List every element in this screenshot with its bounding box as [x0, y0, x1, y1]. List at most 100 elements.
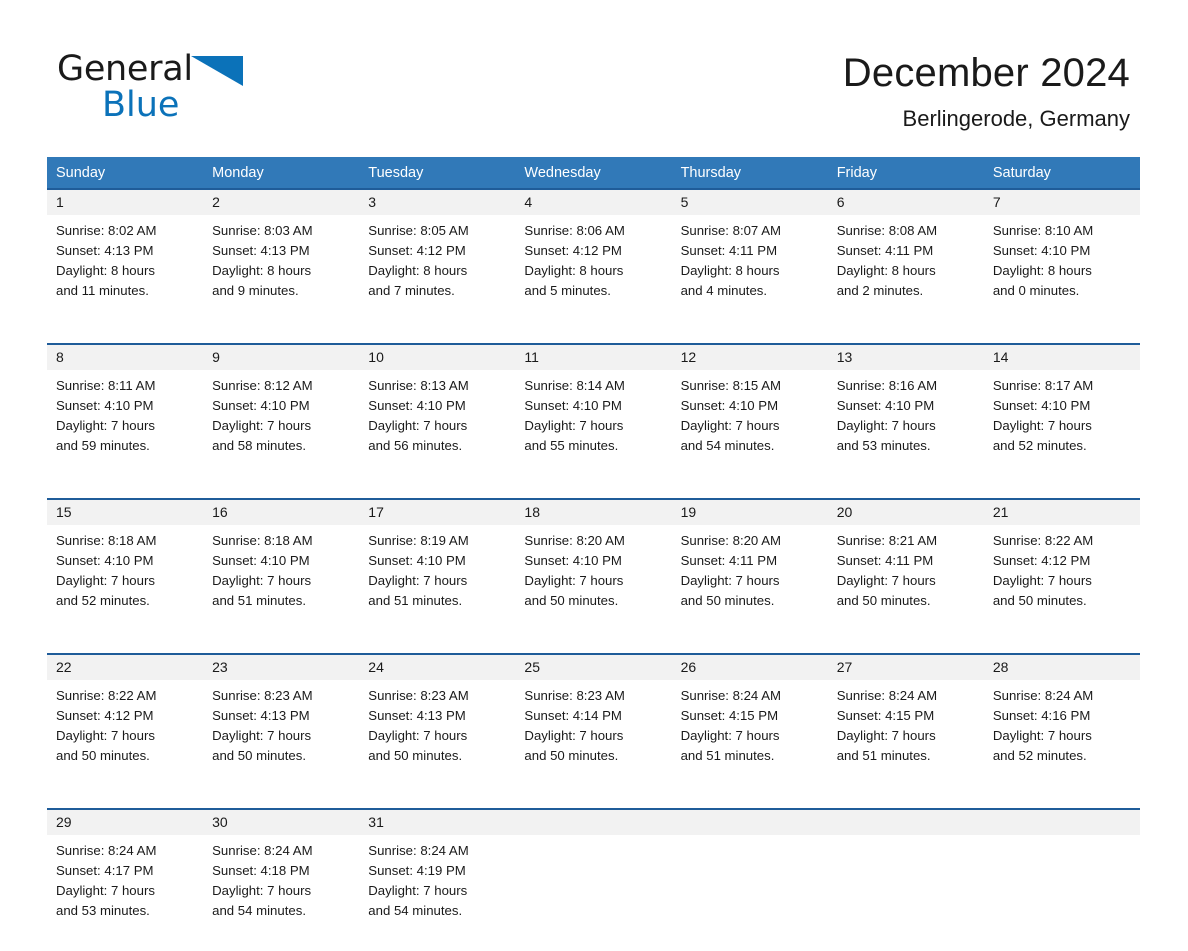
day-number[interactable]: 3	[359, 188, 516, 215]
sunset-text: Sunset: 4:11 PM	[836, 243, 934, 258]
day-cell[interactable]: Sunrise: 8:24 AM Sunset: 4:17 PM Dayligh…	[47, 835, 204, 951]
day-number[interactable]: 25	[515, 653, 672, 680]
day-number[interactable]: 5	[671, 188, 828, 215]
day-number[interactable]: 10	[359, 343, 516, 370]
day-number[interactable]: 26	[671, 653, 828, 680]
day-cell[interactable]: Sunrise: 8:14 AM Sunset: 4:10 PM Dayligh…	[515, 370, 672, 486]
day-number[interactable]: 15	[47, 498, 204, 525]
sunrise-text: Sunrise: 8:05 AM	[368, 223, 469, 238]
sunset-text: Sunset: 4:10 PM	[992, 243, 1091, 258]
day-cell[interactable]: Sunrise: 8:16 AM Sunset: 4:10 PM Dayligh…	[827, 370, 984, 486]
day-header-tuesday: Tuesday	[359, 157, 516, 189]
day-cell[interactable]: Sunrise: 8:24 AM Sunset: 4:18 PM Dayligh…	[203, 835, 360, 951]
day-cell[interactable]: Sunrise: 8:19 AM Sunset: 4:10 PM Dayligh…	[359, 525, 516, 641]
day-header-friday: Friday	[827, 157, 984, 189]
general-blue-logo: General Blue	[57, 50, 277, 123]
day-cell-empty	[515, 835, 672, 951]
sunset-text: Sunset: 4:11 PM	[680, 553, 778, 568]
day-cell[interactable]: Sunrise: 8:12 AM Sunset: 4:10 PM Dayligh…	[203, 370, 360, 486]
day-cell[interactable]: Sunrise: 8:02 AM Sunset: 4:13 PM Dayligh…	[47, 215, 204, 331]
day-cell[interactable]: Sunrise: 8:17 AM Sunset: 4:10 PM Dayligh…	[983, 370, 1140, 486]
day-cell[interactable]: Sunrise: 8:23 AM Sunset: 4:14 PM Dayligh…	[515, 680, 672, 796]
day-cell[interactable]: Sunrise: 8:24 AM Sunset: 4:16 PM Dayligh…	[983, 680, 1140, 796]
day-cell[interactable]: Sunrise: 8:24 AM Sunset: 4:15 PM Dayligh…	[671, 680, 828, 796]
day-cell[interactable]: Sunrise: 8:07 AM Sunset: 4:11 PM Dayligh…	[671, 215, 828, 331]
day-number[interactable]: 4	[515, 188, 672, 215]
sunset-text: Sunset: 4:10 PM	[368, 398, 466, 413]
title-block: December 2024 Berlingerode, Germany	[843, 48, 1130, 134]
day-cell[interactable]: Sunrise: 8:20 AM Sunset: 4:10 PM Dayligh…	[515, 525, 672, 641]
day-cell[interactable]: Sunrise: 8:20 AM Sunset: 4:11 PM Dayligh…	[671, 525, 828, 641]
day-number[interactable]: 24	[359, 653, 516, 680]
day-number[interactable]: 28	[983, 653, 1140, 680]
day-number[interactable]: 17	[359, 498, 516, 525]
sunrise-text: Sunrise: 8:08 AM	[836, 223, 938, 238]
day-cell[interactable]: Sunrise: 8:08 AM Sunset: 4:11 PM Dayligh…	[827, 215, 984, 331]
day-number[interactable]: 7	[983, 188, 1140, 215]
day-cell[interactable]: Sunrise: 8:24 AM Sunset: 4:19 PM Dayligh…	[359, 835, 516, 951]
day-cell[interactable]: Sunrise: 8:05 AM Sunset: 4:12 PM Dayligh…	[359, 215, 516, 331]
day-number[interactable]: 30	[203, 808, 360, 835]
week-number-row: 8 9 10 11 12 13 14	[47, 343, 1140, 370]
day-number[interactable]: 20	[827, 498, 984, 525]
sunrise-text: Sunrise: 8:23 AM	[212, 688, 313, 703]
daylight-text-line2: and 50 minutes.	[56, 748, 150, 763]
day-cell[interactable]: Sunrise: 8:11 AM Sunset: 4:10 PM Dayligh…	[47, 370, 204, 486]
day-number[interactable]: 9	[203, 343, 360, 370]
sunrise-text: Sunrise: 8:20 AM	[680, 533, 781, 548]
daylight-text-line2: and 5 minutes.	[524, 283, 611, 298]
day-cell[interactable]: Sunrise: 8:15 AM Sunset: 4:10 PM Dayligh…	[671, 370, 828, 486]
day-cell[interactable]: Sunrise: 8:18 AM Sunset: 4:10 PM Dayligh…	[203, 525, 360, 641]
daylight-text-line1: Daylight: 7 hours	[524, 728, 624, 743]
day-number[interactable]: 1	[47, 188, 204, 215]
daylight-text-line1: Daylight: 8 hours	[992, 263, 1092, 278]
day-number[interactable]: 27	[827, 653, 984, 680]
day-number[interactable]: 29	[47, 808, 204, 835]
daylight-text-line2: and 51 minutes.	[212, 593, 306, 608]
day-cell[interactable]: Sunrise: 8:23 AM Sunset: 4:13 PM Dayligh…	[359, 680, 516, 796]
sunrise-text: Sunrise: 8:14 AM	[524, 378, 625, 393]
day-cell[interactable]: Sunrise: 8:23 AM Sunset: 4:13 PM Dayligh…	[203, 680, 360, 796]
day-number[interactable]: 11	[515, 343, 672, 370]
day-number[interactable]: 19	[671, 498, 828, 525]
day-number[interactable]: 16	[203, 498, 360, 525]
day-number[interactable]: 23	[203, 653, 360, 680]
sunset-text: Sunset: 4:13 PM	[212, 243, 310, 258]
day-number-empty	[671, 808, 828, 835]
sunrise-text: Sunrise: 8:10 AM	[992, 223, 1094, 238]
sunrise-text: Sunrise: 8:18 AM	[212, 533, 313, 548]
sunrise-text: Sunrise: 8:11 AM	[56, 378, 156, 393]
sunrise-text: Sunrise: 8:24 AM	[680, 688, 781, 703]
day-cell[interactable]: Sunrise: 8:18 AM Sunset: 4:10 PM Dayligh…	[47, 525, 204, 641]
day-number[interactable]: 18	[515, 498, 672, 525]
day-number[interactable]: 22	[47, 653, 204, 680]
day-number[interactable]: 21	[983, 498, 1140, 525]
daylight-text-line1: Daylight: 7 hours	[212, 728, 312, 743]
daylight-text-line1: Daylight: 7 hours	[524, 418, 624, 433]
sunset-text: Sunset: 4:11 PM	[836, 553, 934, 568]
daylight-text-line2: and 9 minutes.	[212, 283, 299, 298]
day-cell[interactable]: Sunrise: 8:21 AM Sunset: 4:11 PM Dayligh…	[827, 525, 984, 641]
week-spacer	[47, 331, 1140, 344]
day-cell[interactable]: Sunrise: 8:24 AM Sunset: 4:15 PM Dayligh…	[827, 680, 984, 796]
daylight-text-line1: Daylight: 8 hours	[212, 263, 312, 278]
day-cell[interactable]: Sunrise: 8:03 AM Sunset: 4:13 PM Dayligh…	[203, 215, 360, 331]
day-number[interactable]: 6	[827, 188, 984, 215]
day-cell[interactable]: Sunrise: 8:22 AM Sunset: 4:12 PM Dayligh…	[47, 680, 204, 796]
sunset-text: Sunset: 4:10 PM	[56, 553, 154, 568]
day-cell[interactable]: Sunrise: 8:13 AM Sunset: 4:10 PM Dayligh…	[359, 370, 516, 486]
daylight-text-line2: and 2 minutes.	[836, 283, 924, 298]
week-spacer	[47, 796, 1140, 809]
day-number[interactable]: 2	[203, 188, 360, 215]
day-cell[interactable]: Sunrise: 8:10 AM Sunset: 4:10 PM Dayligh…	[983, 215, 1140, 331]
day-cell[interactable]: Sunrise: 8:06 AM Sunset: 4:12 PM Dayligh…	[515, 215, 672, 331]
day-cell[interactable]: Sunrise: 8:22 AM Sunset: 4:12 PM Dayligh…	[983, 525, 1140, 641]
logo-triangle-icon	[190, 56, 243, 91]
day-number[interactable]: 14	[983, 343, 1140, 370]
day-number[interactable]: 31	[359, 808, 516, 835]
sunset-text: Sunset: 4:19 PM	[368, 863, 466, 878]
daylight-text-line1: Daylight: 7 hours	[992, 728, 1092, 743]
day-number[interactable]: 12	[671, 343, 828, 370]
day-number[interactable]: 13	[827, 343, 984, 370]
day-number[interactable]: 8	[47, 343, 204, 370]
